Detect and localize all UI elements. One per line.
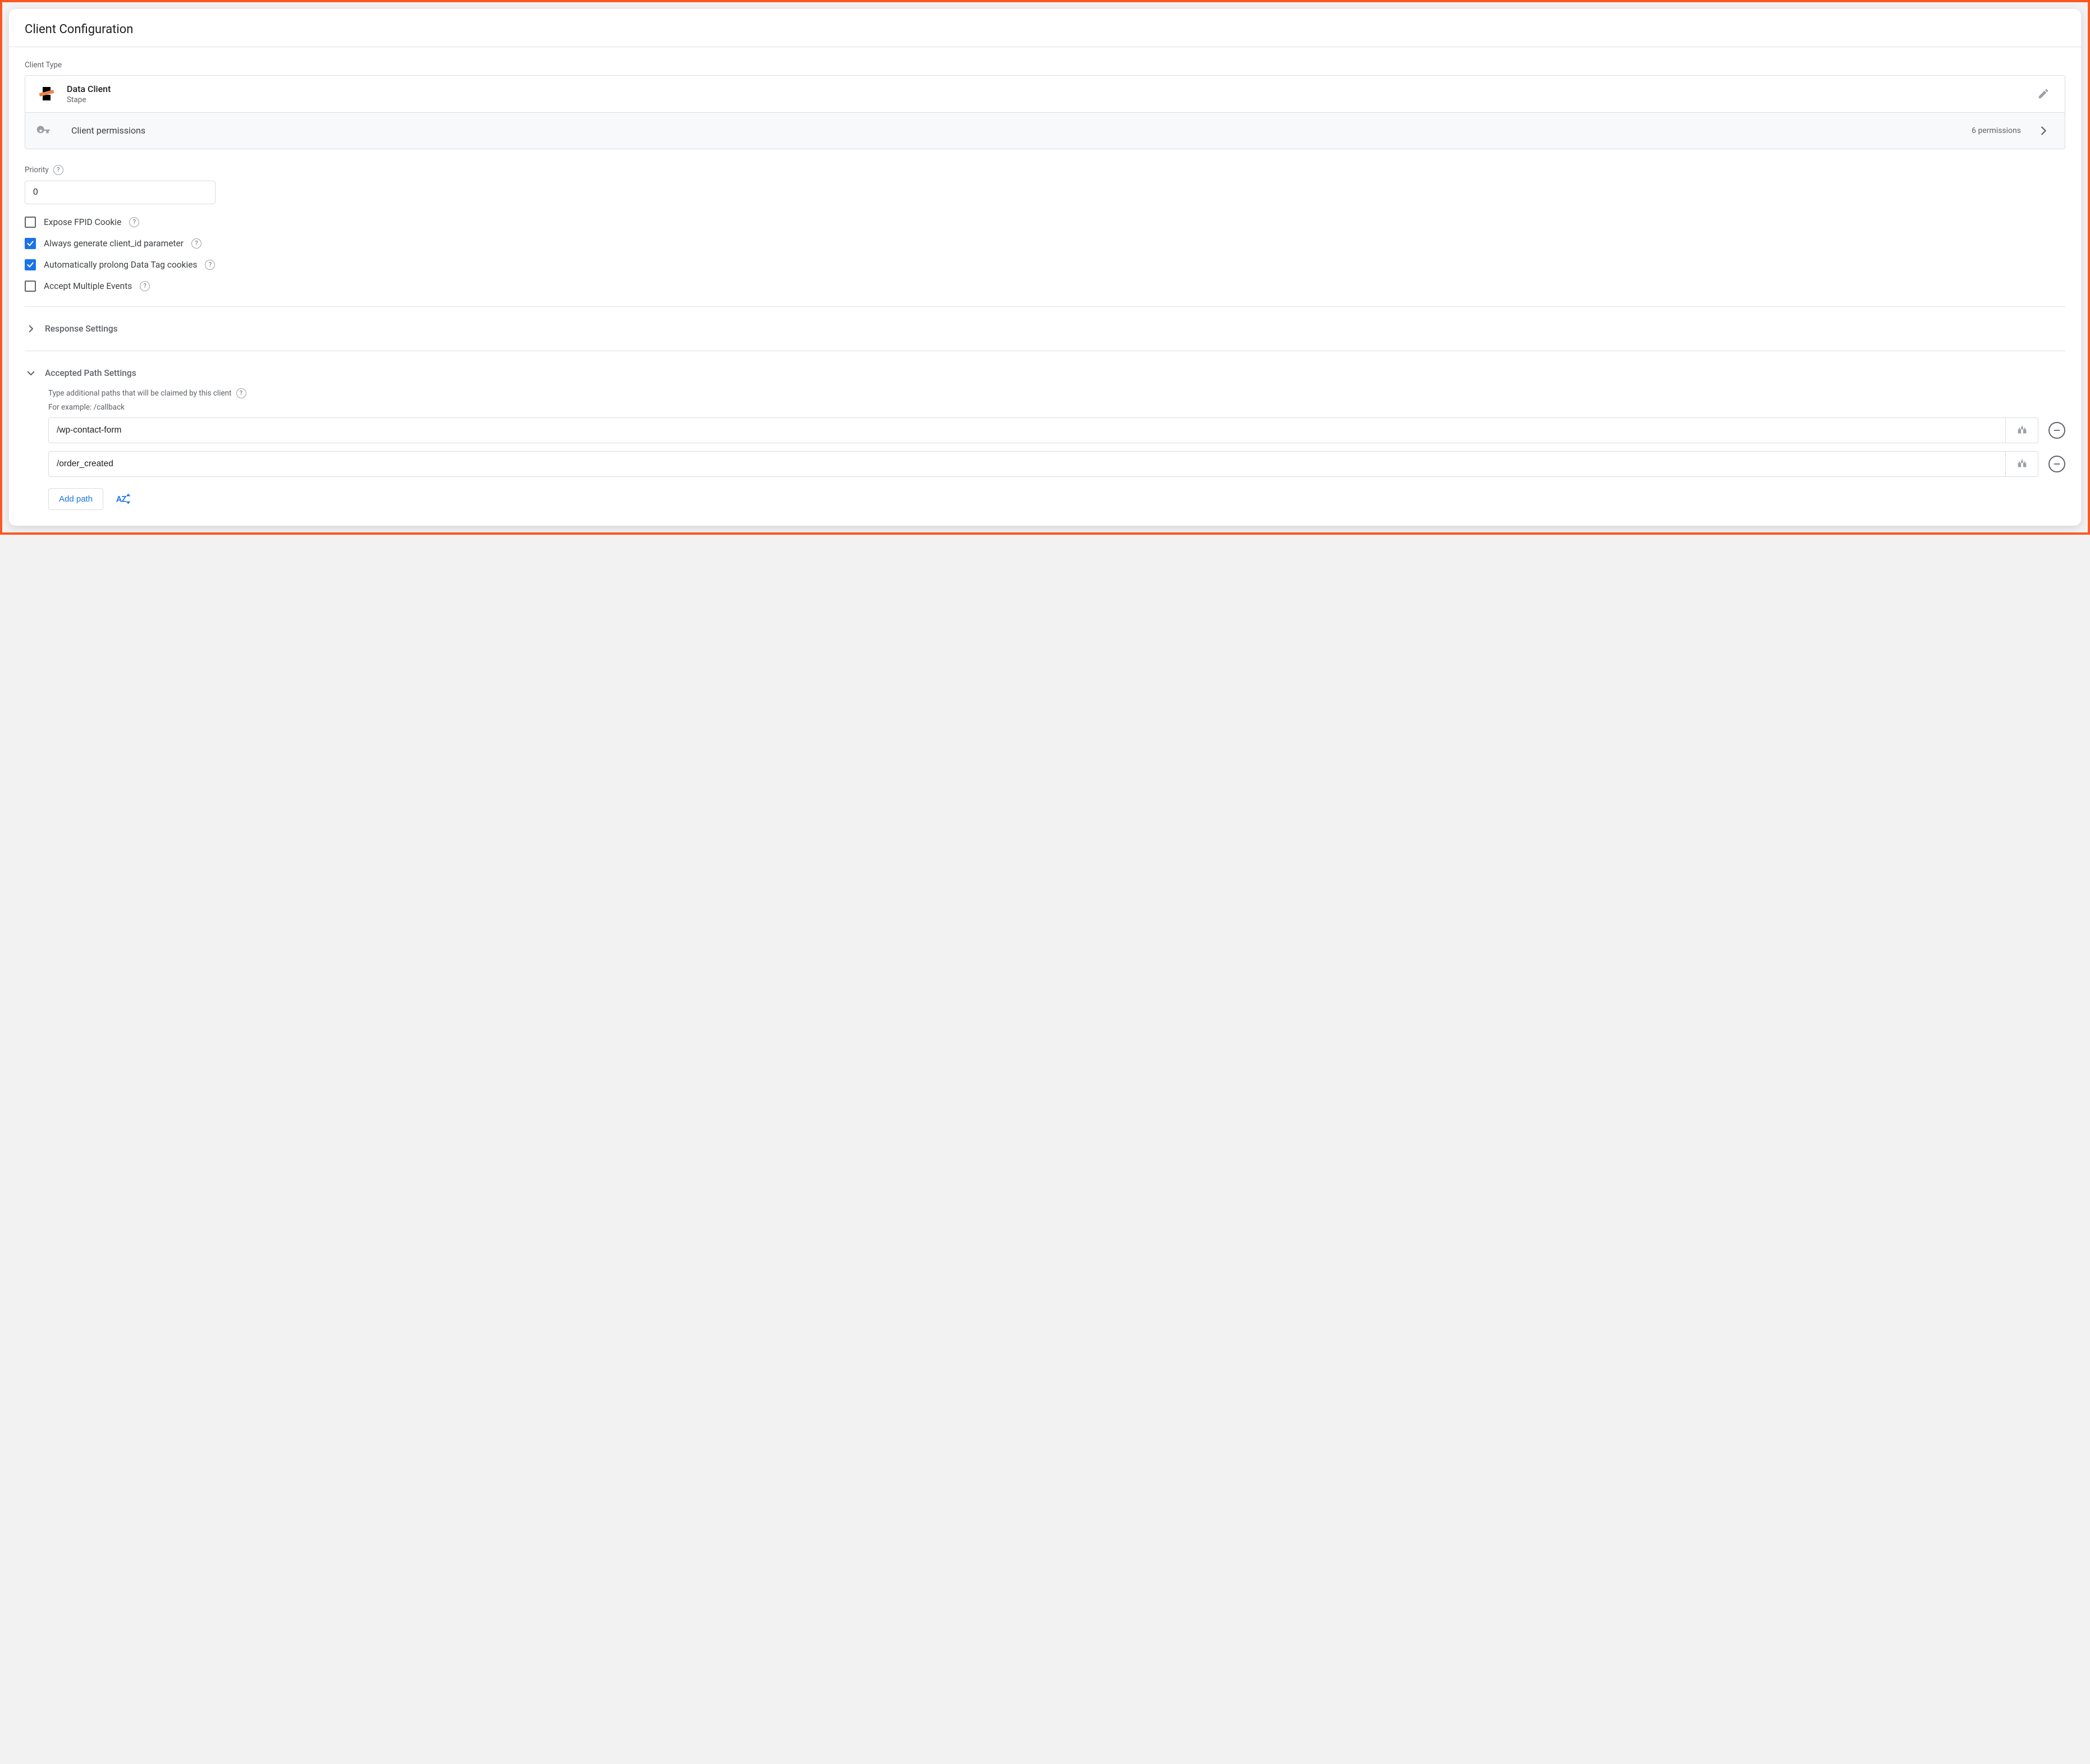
page-title: Client Configuration	[25, 22, 2065, 36]
path-input[interactable]	[49, 418, 2005, 443]
check-label: Always generate client_id parameter	[44, 238, 184, 249]
path-row	[48, 451, 2065, 477]
path-input[interactable]	[49, 452, 2005, 476]
help-icon[interactable]: ?	[140, 281, 150, 291]
check-generate-client-id: Always generate client_id parameter ?	[25, 238, 2065, 249]
path-input-wrap	[48, 417, 2038, 443]
path-list	[48, 417, 2065, 477]
svg-text:Z: Z	[121, 494, 126, 504]
key-icon	[36, 121, 57, 141]
edit-icon[interactable]	[2033, 84, 2054, 104]
accepted-paths-hint-row: Type additional paths that will be claim…	[48, 388, 2065, 398]
permissions-label: Client permissions	[71, 125, 1961, 136]
chevron-right-icon	[25, 323, 37, 335]
permissions-count: 6 permissions	[1972, 126, 2021, 135]
help-icon[interactable]: ?	[53, 165, 63, 175]
section-response-settings[interactable]: Response Settings	[25, 321, 2065, 336]
help-icon[interactable]: ?	[191, 238, 201, 249]
priority-label: Priority ?	[25, 165, 2065, 175]
help-icon[interactable]: ?	[236, 388, 246, 398]
check-prolong-cookies: Automatically prolong Data Tag cookies ?	[25, 259, 2065, 270]
help-icon[interactable]: ?	[205, 260, 215, 270]
client-titles: Data Client Stape	[67, 84, 2023, 104]
remove-path-button[interactable]	[2048, 456, 2065, 472]
priority-label-text: Priority	[25, 166, 49, 174]
checkbox-list: Expose FPID Cookie ? Always generate cli…	[25, 217, 2065, 292]
client-vendor: Stape	[67, 95, 2023, 104]
card-header: Client Configuration	[9, 9, 2081, 47]
priority-section: Priority ?	[25, 165, 2065, 204]
chevron-down-icon	[25, 367, 37, 379]
client-permissions-row[interactable]: Client permissions 6 permissions	[25, 113, 2065, 149]
outer-frame: Client Configuration Client Type Data Cl…	[0, 0, 2090, 535]
variable-picker-icon[interactable]	[2005, 418, 2038, 443]
check-label: Automatically prolong Data Tag cookies	[44, 260, 197, 270]
check-label: Expose FPID Cookie	[44, 217, 121, 227]
checkbox-prolong-cookies[interactable]	[25, 259, 36, 270]
client-name: Data Client	[67, 84, 2023, 95]
sort-az-icon[interactable]: A Z	[113, 488, 135, 509]
section-accepted-paths[interactable]: Accepted Path Settings	[25, 366, 2065, 380]
section-title: Accepted Path Settings	[45, 368, 136, 378]
checkbox-generate-client-id[interactable]	[25, 238, 36, 249]
accepted-paths-hint: Type additional paths that will be claim…	[48, 389, 232, 398]
client-type-row[interactable]: Data Client Stape	[25, 76, 2065, 113]
path-input-wrap	[48, 451, 2038, 477]
checkbox-accept-multiple[interactable]	[25, 281, 36, 292]
card-body: Client Type Data Client Stape	[9, 47, 2081, 526]
variable-picker-icon[interactable]	[2005, 452, 2038, 476]
remove-path-button[interactable]	[2048, 422, 2065, 439]
help-icon[interactable]: ?	[129, 217, 139, 227]
check-accept-multiple: Accept Multiple Events ?	[25, 281, 2065, 292]
client-type-label: Client Type	[25, 61, 2065, 70]
priority-input[interactable]	[25, 181, 216, 204]
path-row	[48, 417, 2065, 443]
section-title: Response Settings	[45, 324, 118, 334]
check-label: Accept Multiple Events	[44, 281, 132, 291]
divider	[25, 306, 2065, 307]
stape-logo-icon	[36, 84, 57, 104]
checkbox-expose-fpid[interactable]	[25, 217, 36, 228]
chevron-right-icon	[2033, 121, 2054, 141]
config-card: Client Configuration Client Type Data Cl…	[9, 9, 2081, 526]
client-box: Data Client Stape Clie	[25, 75, 2065, 149]
add-path-button[interactable]: Add path	[48, 488, 103, 510]
path-actions: Add path A Z	[48, 488, 2065, 510]
check-expose-fpid: Expose FPID Cookie ?	[25, 217, 2065, 228]
accepted-paths-example: For example: /callback	[48, 403, 2065, 412]
